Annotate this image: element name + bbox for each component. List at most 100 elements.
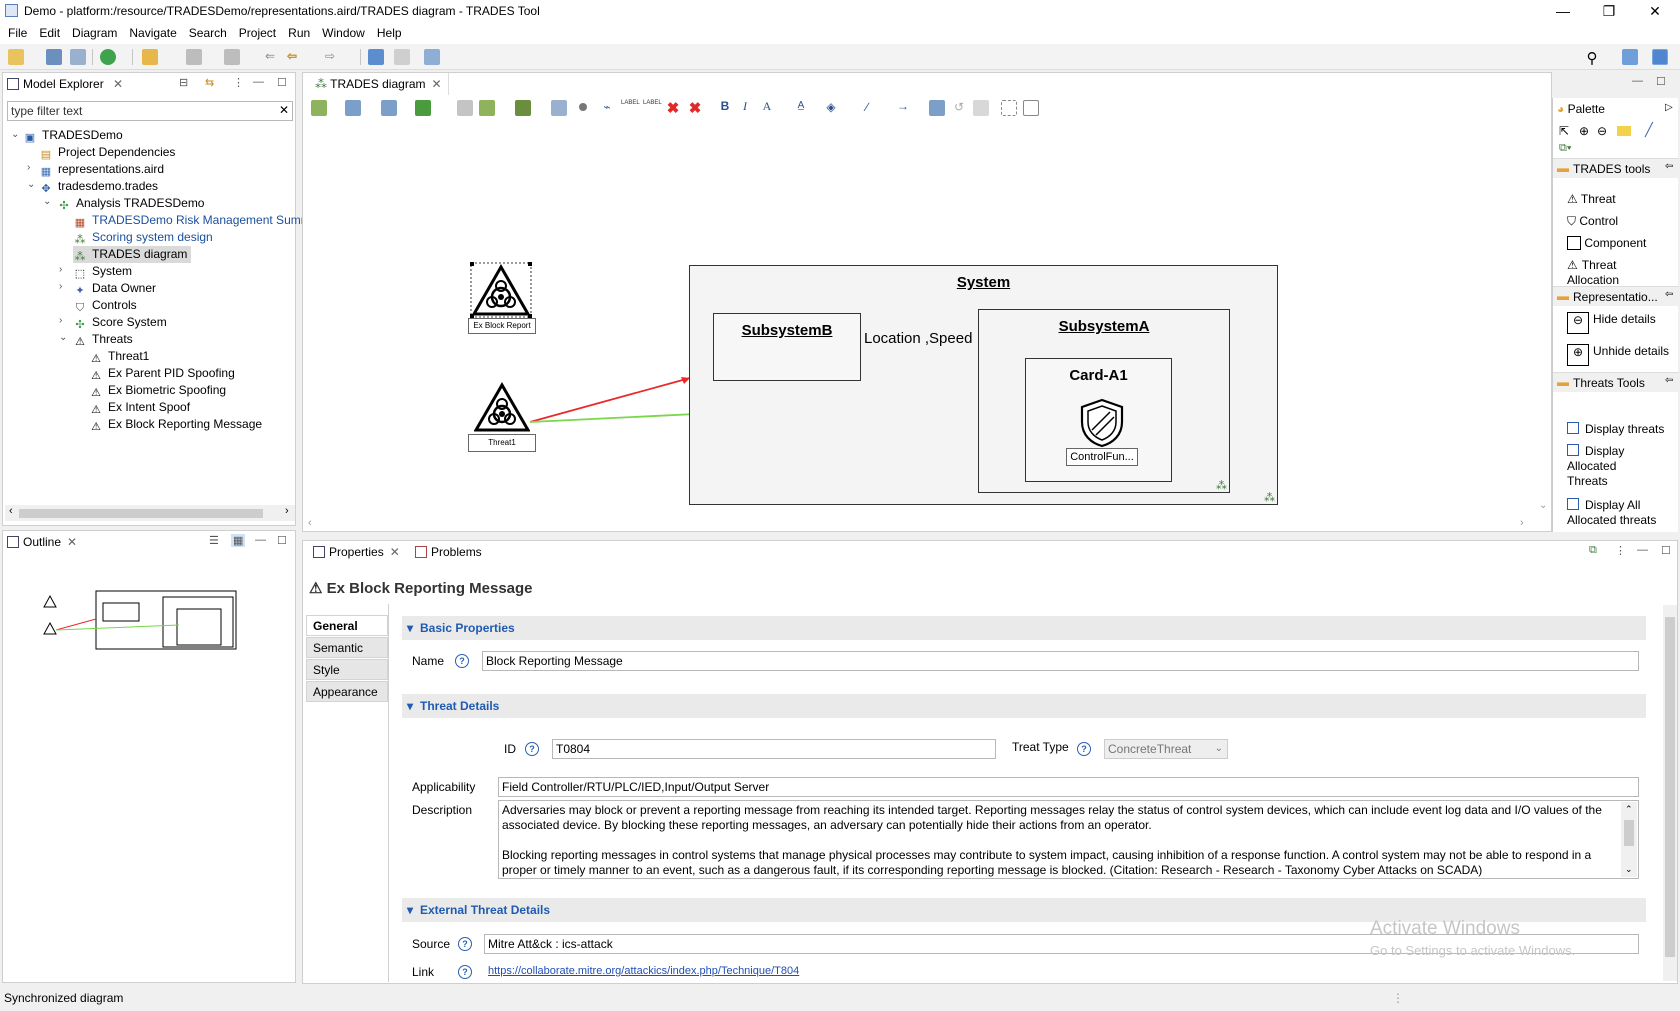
tree-item-intent-spoof[interactable]: ⚠ Ex Intent Spoof (89, 399, 190, 416)
palette-section-representation[interactable]: ▬ Representatio... ⇦ (1553, 286, 1679, 306)
outline-tree-icon[interactable]: ☰ (209, 534, 219, 547)
clear-filter-icon[interactable]: ✕ (279, 103, 289, 117)
palette-display-all-allocated[interactable]: Display All Allocated threats (1567, 498, 1679, 528)
sidetab-semantic[interactable]: Semantic (306, 637, 388, 658)
menu-help[interactable]: Help (371, 22, 408, 40)
subdiagram-icon[interactable]: ⁂ (1216, 479, 1227, 492)
maximize-button[interactable]: ❐ (1586, 0, 1632, 22)
tree-item-threats[interactable]: ⚠ Threats (73, 331, 133, 348)
tree-item-threat1[interactable]: ⚠ Threat1 (89, 348, 149, 365)
italic-icon[interactable]: I (737, 99, 753, 115)
tree-item-risk-summary[interactable]: ▦ TRADESDemo Risk Management Sumr (73, 212, 305, 229)
sidetab-appearance[interactable]: Appearance (306, 681, 388, 702)
palette-threat[interactable]: ⚠ Threat (1567, 192, 1616, 207)
palette-display-allocated[interactable]: Display Allocated Threats (1567, 444, 1657, 489)
menu-navigate[interactable]: Navigate (123, 22, 182, 40)
pin-tool-icon[interactable]: ⧉▾ (1559, 142, 1571, 155)
save-all-icon[interactable] (70, 49, 86, 65)
palette-unhide-details[interactable]: ⊕ Unhide details (1567, 344, 1669, 366)
line-style-icon[interactable]: → (895, 99, 911, 115)
menu-search[interactable]: Search (183, 22, 233, 40)
tree-item-score-system[interactable]: ✣ Score System (73, 314, 166, 331)
expand-toggle[interactable]: ⌄ (59, 332, 69, 343)
maximize-view-icon[interactable]: ☐ (277, 534, 287, 547)
select-icon[interactable] (345, 100, 361, 116)
new-icon[interactable] (8, 49, 24, 65)
expand-toggle[interactable]: › (59, 264, 69, 275)
description-textarea[interactable]: Adversaries may block or prevent a repor… (498, 800, 1639, 879)
tab-properties[interactable]: Properties ✕ (309, 541, 404, 563)
expand-toggle[interactable]: › (59, 281, 69, 292)
subsystem-b[interactable]: SubsystemB (713, 313, 861, 381)
tree-item-tradesdemo-trades[interactable]: ✥ tradesdemo.trades (39, 178, 158, 195)
tree-item-system[interactable]: ⬚ System (73, 263, 132, 280)
perspective-icon[interactable] (1622, 49, 1638, 65)
font-icon[interactable]: A̲ (793, 100, 809, 116)
tree-item-representations[interactable]: ▦ representations.aird (39, 161, 164, 178)
outline-thumbnail[interactable] (33, 589, 243, 653)
maximize-editor-icon[interactable]: ☐ (1656, 75, 1666, 88)
hide-label-icon[interactable]: ⌁ (599, 100, 615, 116)
properties-vscrollbar[interactable] (1663, 605, 1677, 981)
help-icon[interactable]: ? (455, 654, 469, 668)
minimize-button[interactable]: — (1540, 0, 1586, 22)
view-menu-icon[interactable]: ⋮ (233, 76, 244, 89)
reset-style-icon[interactable]: ↺ (951, 100, 967, 116)
tab-outline[interactable]: Outline ✕ (7, 531, 77, 553)
palette-hide-details[interactable]: ⊖ Hide details (1567, 312, 1656, 334)
menu-project[interactable]: Project (233, 22, 282, 40)
menu-diagram[interactable]: Diagram (66, 22, 123, 40)
applicability-field[interactable]: Field Controller/RTU/PLC/IED,Input/Outpu… (498, 777, 1639, 797)
label-icon[interactable]: LABEL (621, 100, 640, 116)
threat1-label[interactable]: Threat1 (468, 434, 536, 452)
pin-editor-icon[interactable] (424, 49, 440, 65)
biohazard-icon[interactable] (474, 382, 530, 432)
next-annotation-icon[interactable] (186, 49, 202, 65)
sirius-perspective-icon[interactable] (1652, 49, 1668, 65)
filter-input[interactable]: type filter text (7, 101, 293, 121)
minimize-view-icon[interactable]: — (1637, 544, 1648, 556)
line-color-icon[interactable]: ∕ (859, 100, 875, 116)
fill-color-icon[interactable]: ◈ (823, 100, 839, 116)
export-icon[interactable] (551, 100, 567, 116)
note-icon[interactable] (1617, 126, 1631, 136)
threat-block-label[interactable]: Ex Block Report (468, 318, 536, 334)
menu-run[interactable]: Run (282, 22, 316, 40)
link-editor-icon[interactable]: ⇆ (205, 76, 214, 89)
hide-element-icon[interactable] (579, 103, 587, 111)
toggle-view-icon[interactable] (394, 49, 410, 65)
filter-icon[interactable] (515, 100, 531, 116)
select-tool-icon[interactable]: ⇱ (1559, 124, 1569, 138)
palette-component[interactable]: Component (1567, 236, 1646, 251)
maximize-view-icon[interactable]: ☐ (1661, 544, 1671, 557)
tree-item-block-reporting[interactable]: ⚠ Ex Block Reporting Message (89, 416, 262, 433)
diagram-canvas[interactable]: System ⁂ SubsystemB Location ,Speed Subs… (306, 120, 1536, 520)
edit-tools-icon[interactable] (142, 49, 158, 65)
expand-toggle[interactable]: ⌄ (27, 179, 37, 190)
expand-toggle[interactable]: ⌄ (43, 196, 53, 207)
section-basic-properties[interactable]: Basic Properties (402, 616, 1646, 640)
zoom-in-icon[interactable]: ⊕ (1579, 124, 1589, 138)
collapse-all-icon[interactable]: ⊟ (179, 76, 188, 89)
menu-file[interactable]: File (0, 22, 33, 40)
control-label[interactable]: ControlFun... (1066, 448, 1138, 466)
tab-trades-diagram[interactable]: ⁂ TRADES diagram ✕ (309, 73, 449, 95)
palette-control[interactable]: ⛉ Control (1567, 214, 1618, 229)
section-threat-details[interactable]: Threat Details (402, 694, 1646, 718)
back-icon[interactable]: ⇦ (284, 49, 300, 65)
tree-item-project-dependencies[interactable]: ▤ Project Dependencies (39, 144, 176, 161)
pin-icon[interactable] (457, 100, 473, 116)
outline-overview-icon[interactable]: ▦ (231, 534, 246, 547)
diagram-vscrollbar[interactable]: ⌄ (1536, 120, 1550, 520)
bold-icon[interactable]: B (717, 99, 733, 115)
id-field[interactable]: T0804 (552, 739, 996, 759)
help-icon[interactable]: ? (1077, 742, 1091, 756)
copy-format-icon[interactable] (973, 100, 989, 116)
subdiagram-icon[interactable]: ⁂ (1264, 491, 1275, 504)
arrange-icon[interactable] (311, 100, 327, 116)
note-attachment-icon[interactable]: ╱ (1645, 122, 1653, 138)
treat-type-select[interactable]: ConcreteThreat ⌄ (1104, 739, 1228, 759)
name-field[interactable]: Block Reporting Message (482, 651, 1639, 671)
last-edit-icon[interactable]: ⇐ (262, 49, 278, 65)
forward-icon[interactable]: ⇨ (322, 49, 338, 65)
